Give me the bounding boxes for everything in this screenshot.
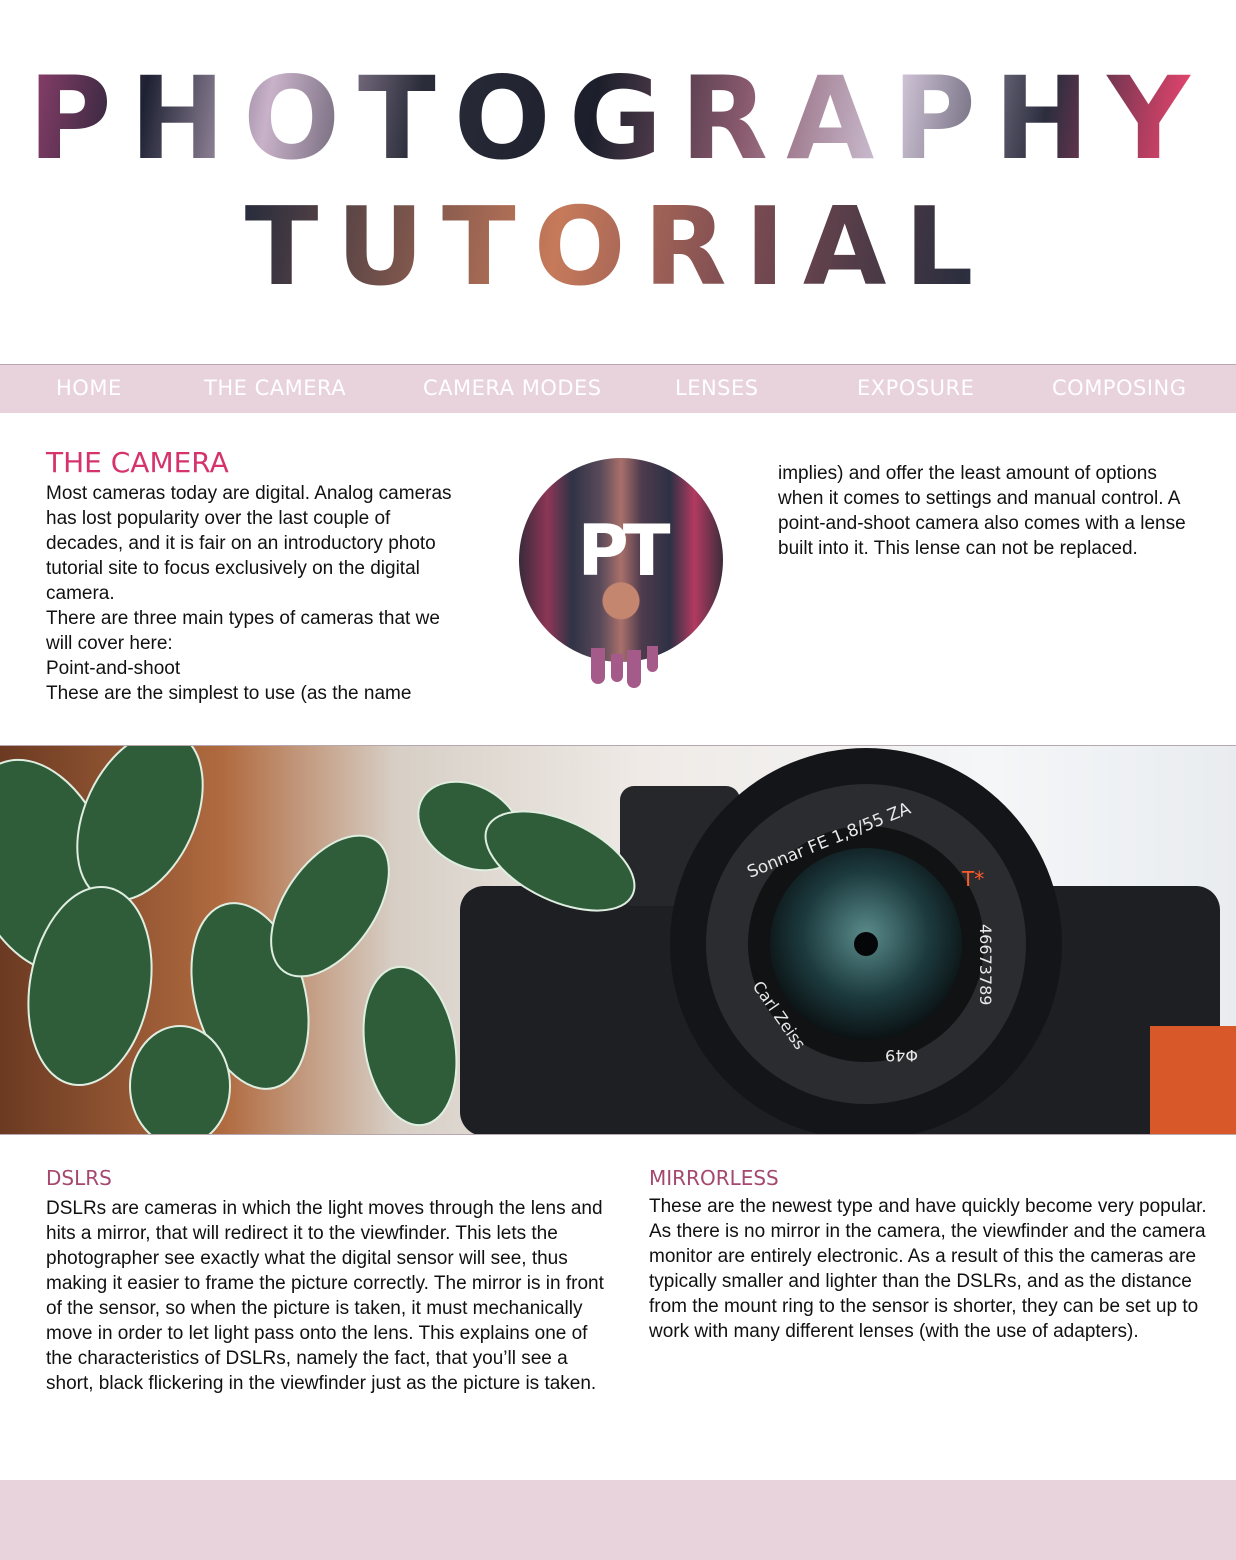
site-title-line-2: TUTORIAL (0, 194, 1236, 302)
intro-column-left: Most cameras today are digital. Analog c… (46, 481, 454, 706)
banner-illustration: Sonnar FE 1,8/55 ZA T* 46673789 Carl Zei… (0, 746, 1236, 1134)
lens-marking-serial: 46673789 (976, 924, 995, 1005)
nav-item-composing[interactable]: COMPOSING (1052, 376, 1187, 400)
drip-shape (627, 650, 641, 688)
drip-shape (647, 646, 658, 672)
page-footer (0, 1480, 1236, 1560)
nav-item-exposure[interactable]: EXPOSURE (857, 376, 974, 400)
nav-item-camera-modes[interactable]: CAMERA MODES (423, 376, 602, 400)
site-title-line-1: PHOTOGRAPHY (0, 62, 1236, 176)
nav-item-home[interactable]: HOME (56, 376, 122, 400)
drip-shape (611, 654, 623, 682)
intro-paragraph: Most cameras today are digital. Analog c… (46, 483, 452, 604)
point-and-shoot-paragraph-end: implies) and offer the least amount of o… (778, 463, 1186, 559)
point-and-shoot-paragraph-start: These are the simplest to use (as the na… (46, 683, 412, 704)
lens-marking-tstar: T* (961, 867, 984, 891)
lens-aperture (854, 932, 878, 956)
section-title-mirrorless: MIRRORLESS (649, 1166, 779, 1190)
banner-image: Sonnar FE 1,8/55 ZA T* 46673789 Carl Zei… (0, 745, 1236, 1135)
section-title-dslrs: DSLRS (46, 1166, 112, 1190)
mirrorless-column: These are the newest type and have quick… (649, 1194, 1209, 1344)
main-nav: HOME THE CAMERA CAMERA MODES LENSES EXPO… (0, 364, 1236, 413)
logo-text: PT (577, 510, 670, 592)
nav-item-the-camera[interactable]: THE CAMERA (204, 376, 346, 400)
camera-strap (1150, 1026, 1236, 1134)
section-title-the-camera: THE CAMERA (46, 446, 229, 479)
drip-shape (591, 648, 605, 684)
intro-column-right: implies) and offer the least amount of o… (778, 461, 1198, 561)
pt-logo: PT (519, 458, 723, 688)
lens-marking-filter: Φ49 (885, 1046, 918, 1065)
dslrs-column: DSLRs are cameras in which the light mov… (46, 1196, 614, 1396)
point-and-shoot-heading: Point-and-shoot (46, 658, 181, 679)
dslrs-paragraph: DSLRs are cameras in which the light mov… (46, 1198, 604, 1394)
mirrorless-paragraph: These are the newest type and have quick… (649, 1196, 1207, 1342)
types-paragraph: There are three main types of cameras th… (46, 608, 440, 654)
nav-item-lenses[interactable]: LENSES (675, 376, 759, 400)
